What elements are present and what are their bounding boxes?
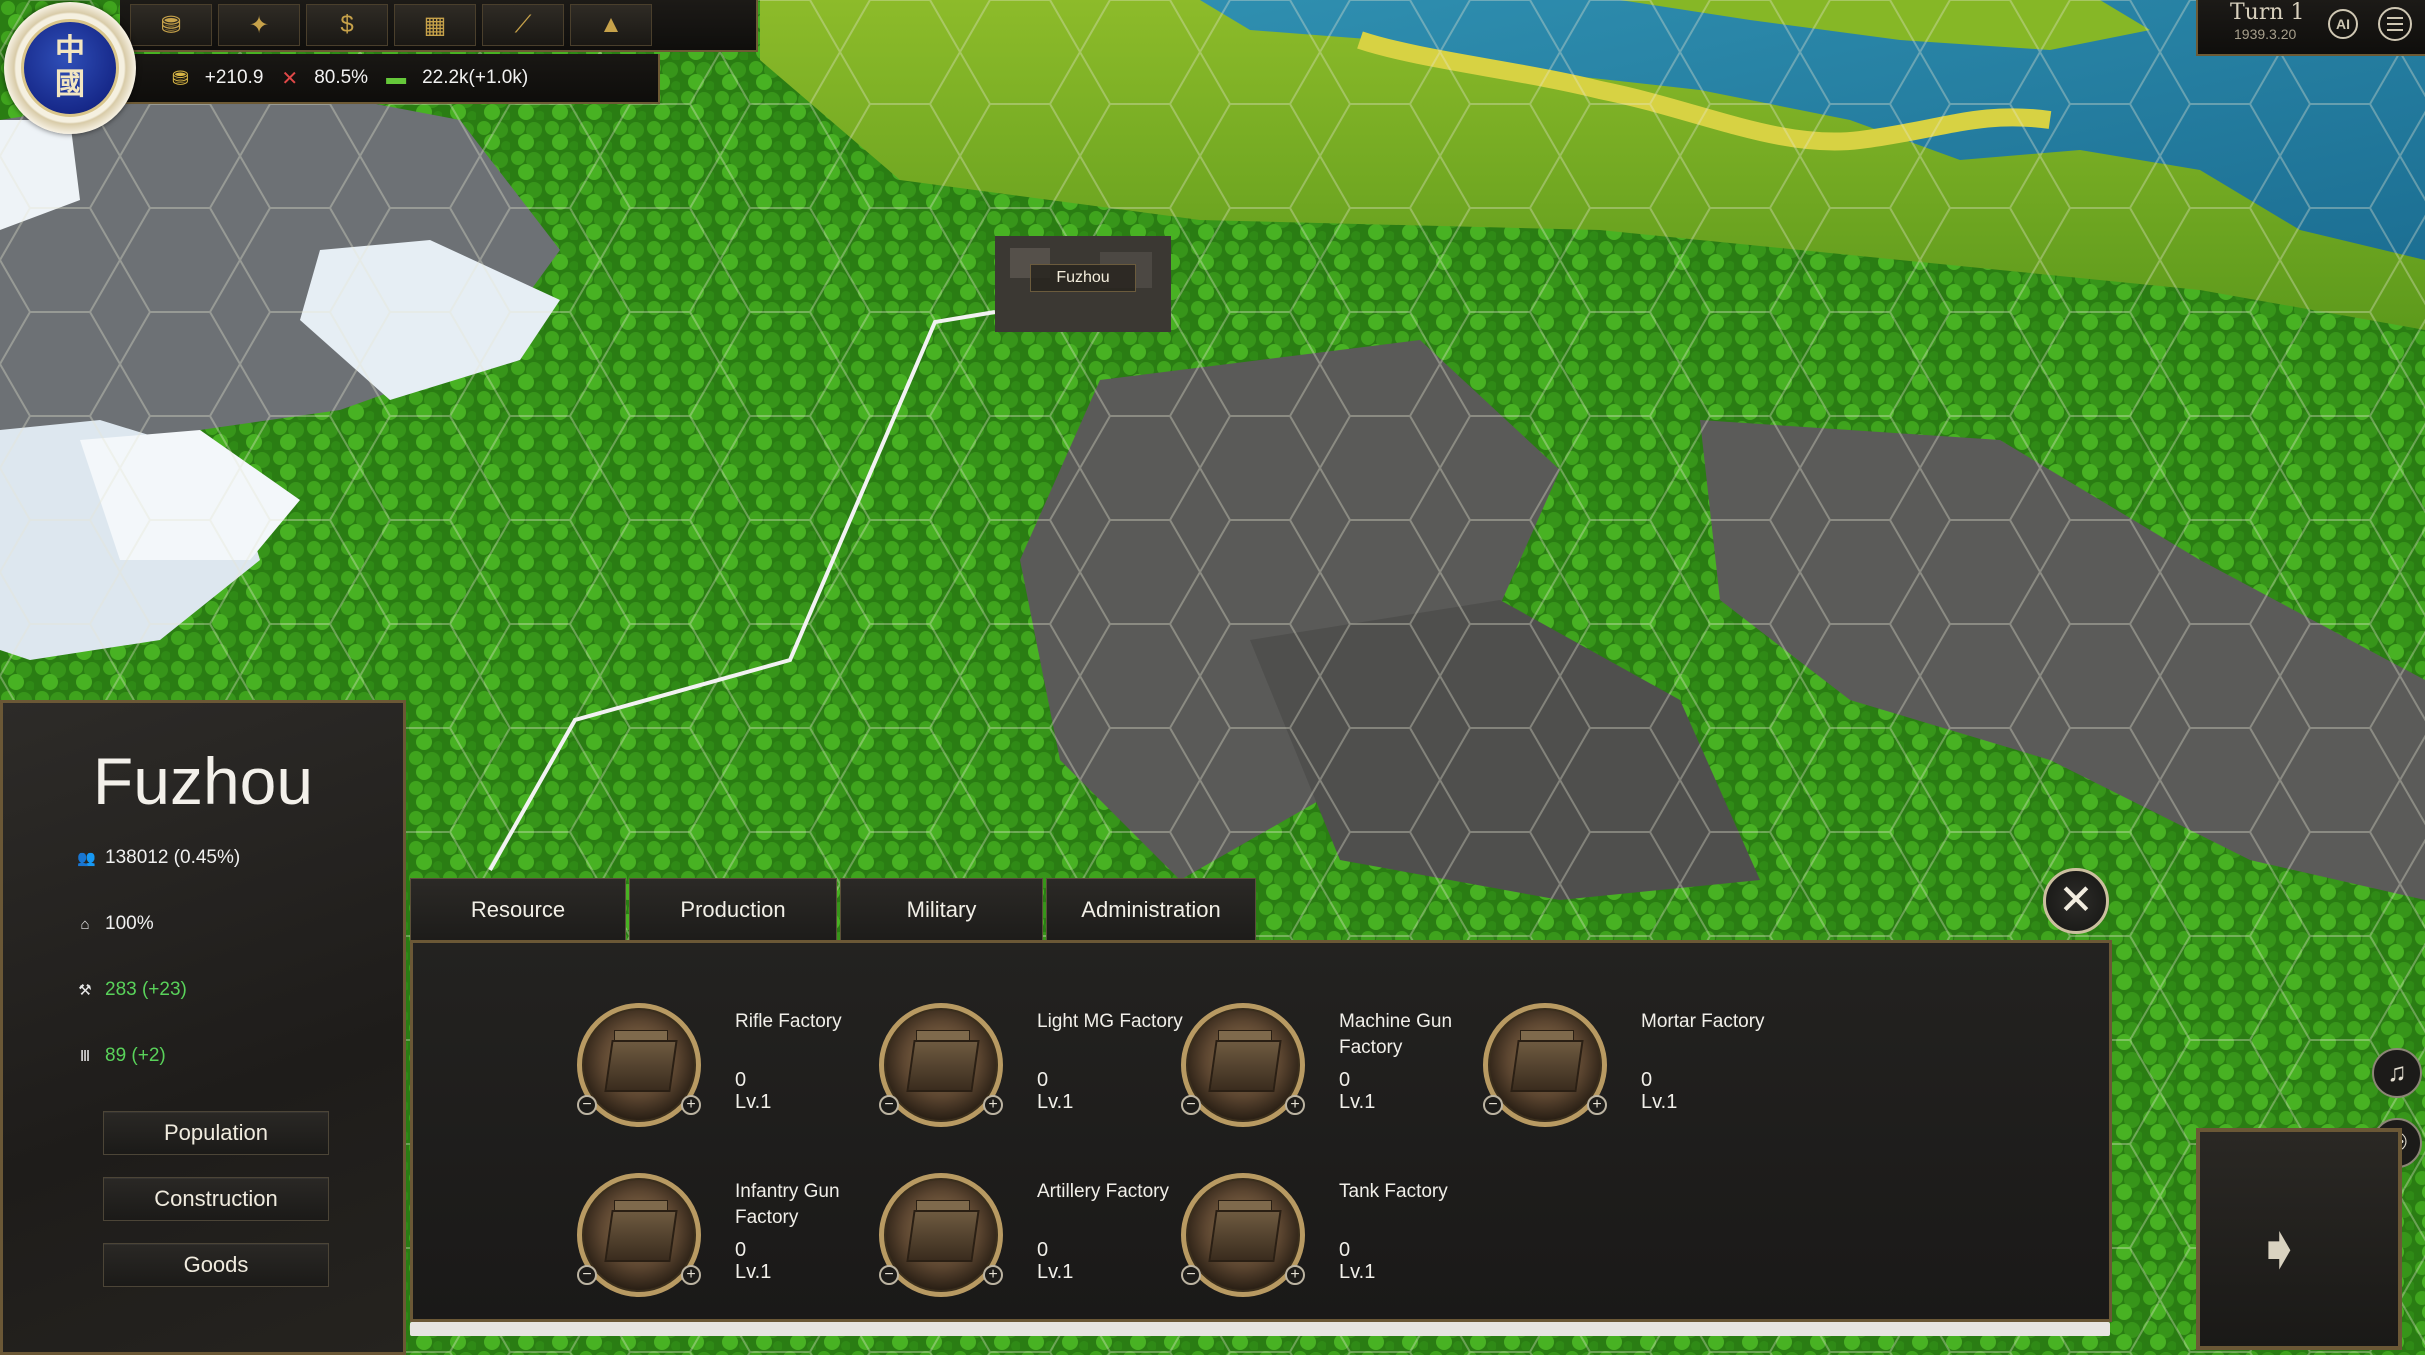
population-button[interactable]: Population <box>103 1111 329 1155</box>
factory-tank[interactable]: − + Tank Factory 0 Lv.1 <box>1181 1173 1483 1313</box>
factory-name: Rifle Factory <box>735 1011 842 1032</box>
decrease-button[interactable]: − <box>1181 1095 1201 1115</box>
gold-value: +210.9 <box>204 67 264 88</box>
factory-rifle[interactable]: − + Rifle Factory 0 Lv.1 <box>577 1003 879 1143</box>
eagle-icon[interactable]: ✦ <box>218 4 300 46</box>
factory-count: 0 <box>1339 1239 1351 1261</box>
decrease-button[interactable]: − <box>879 1095 899 1115</box>
factory-count: 0 <box>1339 1069 1351 1091</box>
factory-count: 0 <box>735 1069 747 1091</box>
war-support-stat: ✕ 80.5% <box>281 66 368 91</box>
factory-artillery[interactable]: − + Artillery Factory 0 Lv.1 <box>879 1173 1181 1313</box>
tab-resource[interactable]: Resource <box>410 878 626 940</box>
factory-level: Lv.1 <box>1037 1261 1074 1283</box>
emblem-char-bottom: 國 <box>55 67 85 102</box>
factory-level: Lv.1 <box>1037 1091 1074 1113</box>
factory-name: Artillery Factory <box>1037 1181 1169 1202</box>
increase-button[interactable]: + <box>983 1265 1003 1285</box>
factory-level: Lv.1 <box>1339 1261 1376 1283</box>
factory-name: Light MG Factory <box>1037 1011 1183 1032</box>
crossed-swords-icon: ✕ <box>281 67 299 90</box>
factory-name: Infantry Gun Factory <box>735 1181 840 1228</box>
map-city-label[interactable]: Fuzhou <box>1030 264 1136 292</box>
decrease-button[interactable]: − <box>1181 1265 1201 1285</box>
research-icon[interactable]: ⟋ <box>482 4 564 46</box>
increase-button[interactable]: + <box>1285 1265 1305 1285</box>
factory-mortar[interactable]: − + Mortar Factory 0 Lv.1 <box>1483 1003 1785 1143</box>
tab-military[interactable]: Military <box>840 878 1043 940</box>
decrease-button[interactable]: − <box>577 1095 597 1115</box>
factory-level: Lv.1 <box>735 1261 772 1283</box>
tab-production[interactable]: Production <box>629 878 837 940</box>
increase-button[interactable]: + <box>1285 1095 1305 1115</box>
factory-level: Lv.1 <box>1641 1091 1678 1113</box>
stability-row: ⌂ 100% <box>77 913 154 935</box>
war-support-value: 80.5% <box>314 67 369 88</box>
money-value: 22.2k(+1.0k) <box>422 67 529 88</box>
decrease-button[interactable]: − <box>577 1265 597 1285</box>
chart-icon[interactable]: ▲ <box>570 4 652 46</box>
factory-infantry-gun[interactable]: − + Infantry Gun Factory 0 Lv.1 <box>577 1173 879 1313</box>
manpower-icon: ⚒ <box>78 982 92 999</box>
construction-button[interactable]: Construction <box>103 1177 329 1221</box>
supply-icon: Ⅲ <box>79 1048 91 1065</box>
stability-value: 100% <box>105 913 154 934</box>
horizontal-scrollbar[interactable] <box>410 1322 2110 1336</box>
factory-level: Lv.1 <box>735 1091 772 1113</box>
turn-date: 1939.3.20 <box>2234 26 2297 42</box>
factory-light-mg[interactable]: − + Light MG Factory 0 Lv.1 <box>879 1003 1183 1143</box>
increase-button[interactable]: + <box>983 1095 1003 1115</box>
manpower-row: ⚒ 283 (+23) <box>77 979 187 1001</box>
manpower-value: 283 (+23) <box>105 979 187 1000</box>
gold-icon[interactable]: ⛃ <box>130 4 212 46</box>
city-tabs: Resource Production Military Administrat… <box>410 878 1259 940</box>
population-value: 138012 (0.45%) <box>105 847 241 868</box>
building-icon: ⌂ <box>80 915 90 933</box>
increase-button[interactable]: + <box>681 1095 701 1115</box>
tab-administration[interactable]: Administration <box>1046 878 1256 940</box>
decrease-button[interactable]: − <box>1483 1095 1503 1115</box>
factory-level: Lv.1 <box>1339 1091 1376 1113</box>
factory-count: 0 <box>1641 1069 1653 1091</box>
goods-button[interactable]: Goods <box>103 1243 329 1287</box>
money-stat: ▬ 22.2k(+1.0k) <box>386 67 528 90</box>
ai-toggle-button[interactable]: AI <box>2328 9 2358 39</box>
gold-bars-icon: ⛃ <box>172 67 189 90</box>
policy-icon[interactable]: ▦ <box>394 4 476 46</box>
factory-list-panel: − + Rifle Factory 0 Lv.1 − + Light MG Fa… <box>410 940 2112 1322</box>
emblem-char-top: 中 <box>55 33 85 68</box>
music-icon[interactable]: ♫ <box>2372 1048 2422 1098</box>
topbar-icon-strip: ⛃ ✦ $ ▦ ⟋ ▲ <box>120 0 758 52</box>
population-icon: 👥 <box>77 850 96 867</box>
city-name: Fuzhou <box>92 744 314 818</box>
factory-name: Mortar Factory <box>1641 1011 1765 1032</box>
close-panel-button[interactable]: ✕ <box>2043 868 2109 934</box>
factory-count: 0 <box>1037 1239 1049 1261</box>
population-row: 👥 138012 (0.45%) <box>77 847 240 869</box>
nation-emblem[interactable]: 中 國 <box>4 2 136 134</box>
increase-button[interactable]: + <box>1587 1095 1607 1115</box>
menu-icon[interactable] <box>2378 7 2412 41</box>
decrease-button[interactable]: − <box>879 1265 899 1285</box>
nation-flag-icon: 中 國 <box>21 19 119 117</box>
city-info-panel: Fuzhou 👥 138012 (0.45%) ⌂ 100% ⚒ 283 (+2… <box>0 700 406 1355</box>
factory-machine-gun[interactable]: − + Machine Gun Factory 0 Lv.1 <box>1181 1003 1483 1143</box>
factory-name: Machine Gun Factory <box>1339 1011 1453 1058</box>
factory-count: 0 <box>735 1239 747 1261</box>
increase-button[interactable]: + <box>681 1265 701 1285</box>
supply-row: Ⅲ 89 (+2) <box>77 1045 166 1067</box>
supply-value: 89 (+2) <box>105 1045 166 1066</box>
resource-stats-bar: ⛃ +210.9 ✕ 80.5% ▬ 22.2k(+1.0k) <box>120 54 660 104</box>
end-turn-button[interactable]: ➧ <box>2196 1128 2402 1350</box>
turn-indicator: Turn 1 1939.3.20 AI <box>2196 0 2425 56</box>
factory-name: Tank Factory <box>1339 1181 1448 1202</box>
next-turn-arrow-icon: ➧ <box>2254 1215 2305 1282</box>
turn-label: Turn 1 <box>2230 0 2305 25</box>
gold-stat: ⛃ +210.9 <box>172 66 263 91</box>
dollar-icon[interactable]: $ <box>306 4 388 46</box>
banknote-icon: ▬ <box>386 66 407 89</box>
factory-count: 0 <box>1037 1069 1049 1091</box>
